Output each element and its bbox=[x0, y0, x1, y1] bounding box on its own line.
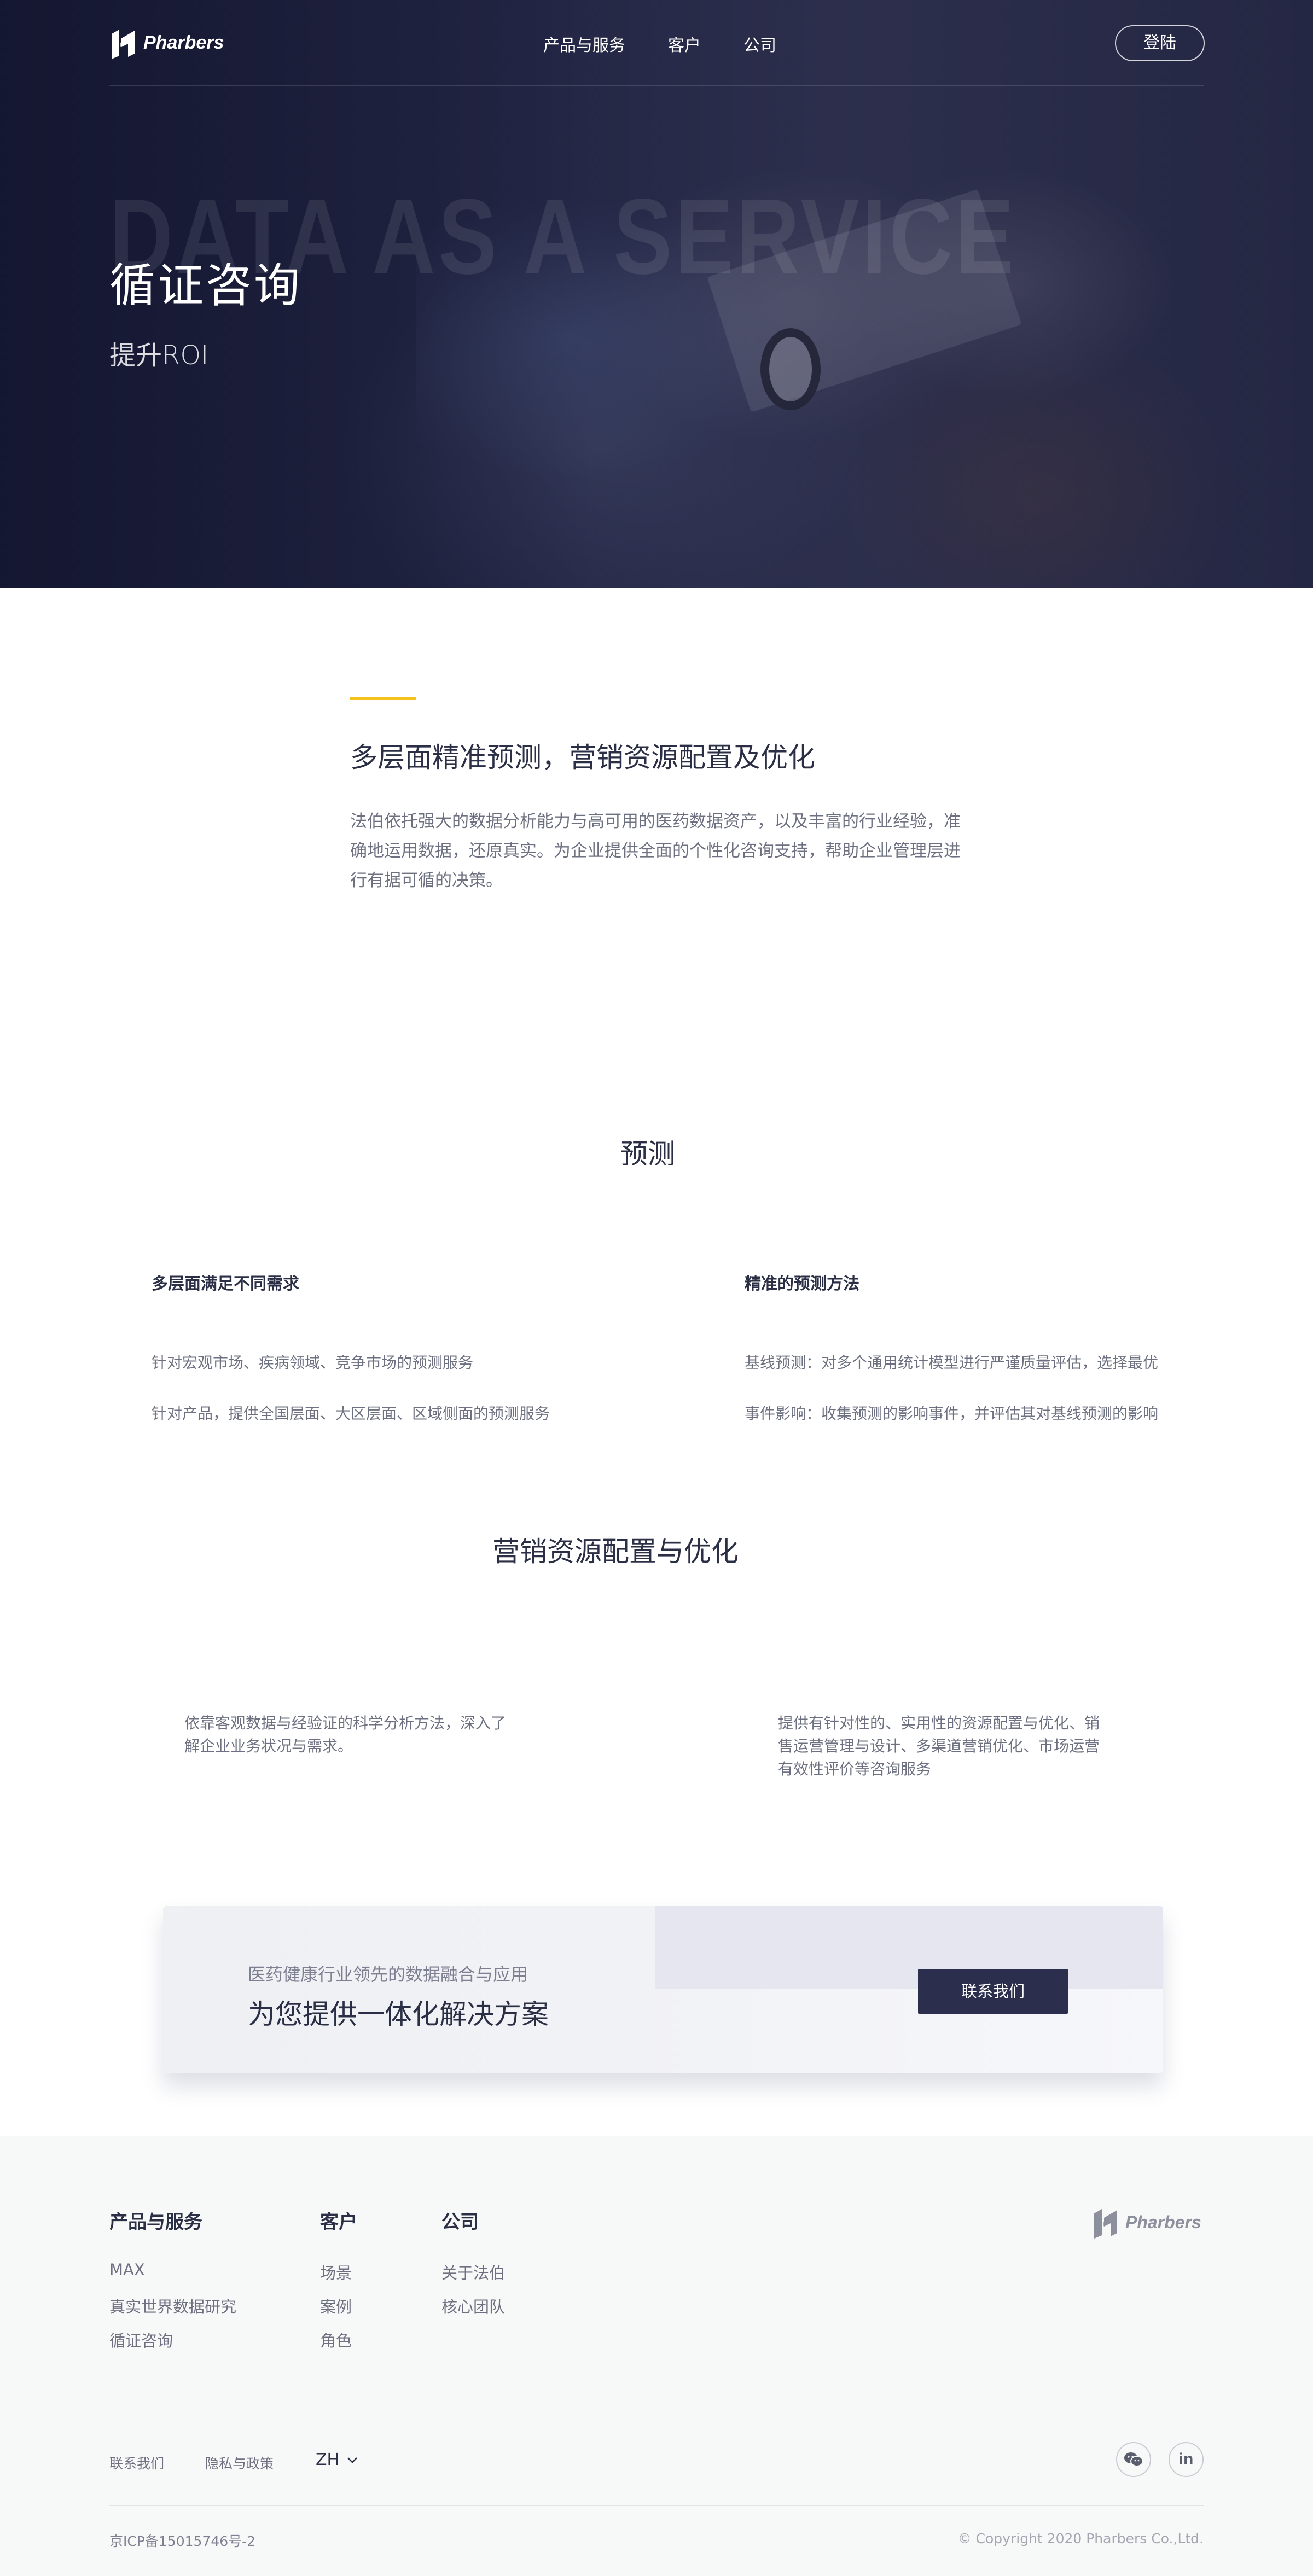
icp-license: 京ICP备15015746号-2 bbox=[109, 2533, 256, 2549]
copyright: © Copyright 2020 Pharbers Co.,Ltd. bbox=[957, 2531, 1204, 2546]
footer-col-company-title: 公司 bbox=[441, 2211, 479, 2233]
hero-banner: DATA AS A SERVICE 循证咨询 提升ROI Pharbers 产品… bbox=[0, 0, 1313, 588]
intro-accent-bar bbox=[350, 697, 416, 700]
nav-products[interactable]: 产品与服务 bbox=[543, 32, 625, 56]
marketing-right-text: 提供有针对性的、实用性的资源配置与优化、销售运营管理与设计、多渠道营销优化、市场… bbox=[778, 1714, 1100, 1778]
nav-divider bbox=[109, 85, 1204, 86]
footer-link-rwd[interactable]: 真实世界数据研究 bbox=[109, 2294, 236, 2317]
cta-banner: 医药健康行业领先的数据融合与应用 为您提供一体化解决方案 联系我们 bbox=[163, 1906, 1163, 2073]
pharbers-logo-icon bbox=[1094, 2209, 1117, 2239]
footer-contact-link[interactable]: 联系我们 bbox=[109, 2453, 164, 2473]
logo[interactable]: Pharbers bbox=[109, 26, 224, 59]
forecast-title: 预测 bbox=[620, 1138, 675, 1170]
intro-title: 多层面精准预测，营销资源配置及优化 bbox=[350, 742, 815, 773]
contact-us-button[interactable]: 联系我们 bbox=[918, 1969, 1068, 2014]
cta-headline: 为您提供一体化解决方案 bbox=[248, 1998, 549, 2030]
intro-body: 法伯依托强大的数据分析能力与高可用的医药数据资产，以及丰富的行业经验，准确地运用… bbox=[350, 812, 961, 890]
cta-background-band bbox=[655, 1906, 1163, 1989]
hero-subtitle: 提升ROI bbox=[109, 340, 209, 371]
main-nav: 产品与服务 客户 公司 bbox=[543, 32, 819, 56]
footer-link-roles[interactable]: 角色 bbox=[320, 2328, 352, 2351]
forecast-right-item: 事件影响：收集预测的影响事件，并评估其对基线预测的影响 bbox=[745, 1404, 1159, 1423]
footer-link-team[interactable]: 核心团队 bbox=[441, 2294, 505, 2317]
language-selector[interactable]: ZH bbox=[316, 2450, 358, 2469]
login-button[interactable]: 登陆 bbox=[1115, 25, 1205, 61]
footer-logo-text: Pharbers bbox=[1125, 2212, 1201, 2232]
marketing-title: 营销资源配置与优化 bbox=[492, 1536, 739, 1567]
forecast-left-item: 针对产品，提供全国层面、大区层面、区域侧面的预测服务 bbox=[152, 1404, 550, 1423]
hero-title: 循证咨询 bbox=[109, 259, 303, 312]
logo-text: Pharbers bbox=[143, 32, 224, 53]
nav-clients[interactable]: 客户 bbox=[668, 32, 701, 56]
wechat-icon[interactable] bbox=[1116, 2442, 1151, 2477]
footer-link-about[interactable]: 关于法伯 bbox=[441, 2260, 505, 2283]
footer-link-max[interactable]: MAX bbox=[109, 2260, 145, 2279]
footer-col-clients-title: 客户 bbox=[320, 2211, 357, 2233]
footer-link-consulting[interactable]: 循证咨询 bbox=[109, 2328, 173, 2351]
footer-link-cases[interactable]: 案例 bbox=[320, 2294, 352, 2317]
forecast-right-item: 基线预测：对多个通用统计模型进行严谨质量评估，选择最优 bbox=[745, 1354, 1159, 1372]
footer-logo[interactable]: Pharbers bbox=[1091, 2206, 1201, 2239]
cta-tagline: 医药健康行业领先的数据融合与应用 bbox=[248, 1964, 528, 1985]
forecast-right-title: 精准的预测方法 bbox=[745, 1274, 859, 1293]
footer-privacy-link[interactable]: 隐私与政策 bbox=[205, 2453, 274, 2473]
forecast-left-title: 多层面满足不同需求 bbox=[152, 1274, 299, 1293]
pharbers-logo-icon bbox=[112, 30, 135, 59]
marketing-left-text: 依靠客观数据与经验证的科学分析方法，深入了解企业业务状况与需求。 bbox=[184, 1714, 507, 1755]
footer: 产品与服务 MAX 真实世界数据研究 循证咨询 客户 场景 案例 角色 公司 关… bbox=[0, 2136, 1313, 2576]
footer-link-scenes[interactable]: 场景 bbox=[320, 2260, 352, 2283]
chevron-down-icon bbox=[347, 2457, 358, 2463]
forecast-left-item: 针对宏观市场、疾病领域、竞争市场的预测服务 bbox=[152, 1354, 474, 1372]
nav-company[interactable]: 公司 bbox=[743, 32, 776, 56]
language-label: ZH bbox=[316, 2450, 340, 2469]
linkedin-icon[interactable]: in bbox=[1169, 2442, 1204, 2477]
footer-col-products-title: 产品与服务 bbox=[109, 2211, 202, 2233]
footer-divider bbox=[109, 2505, 1204, 2506]
